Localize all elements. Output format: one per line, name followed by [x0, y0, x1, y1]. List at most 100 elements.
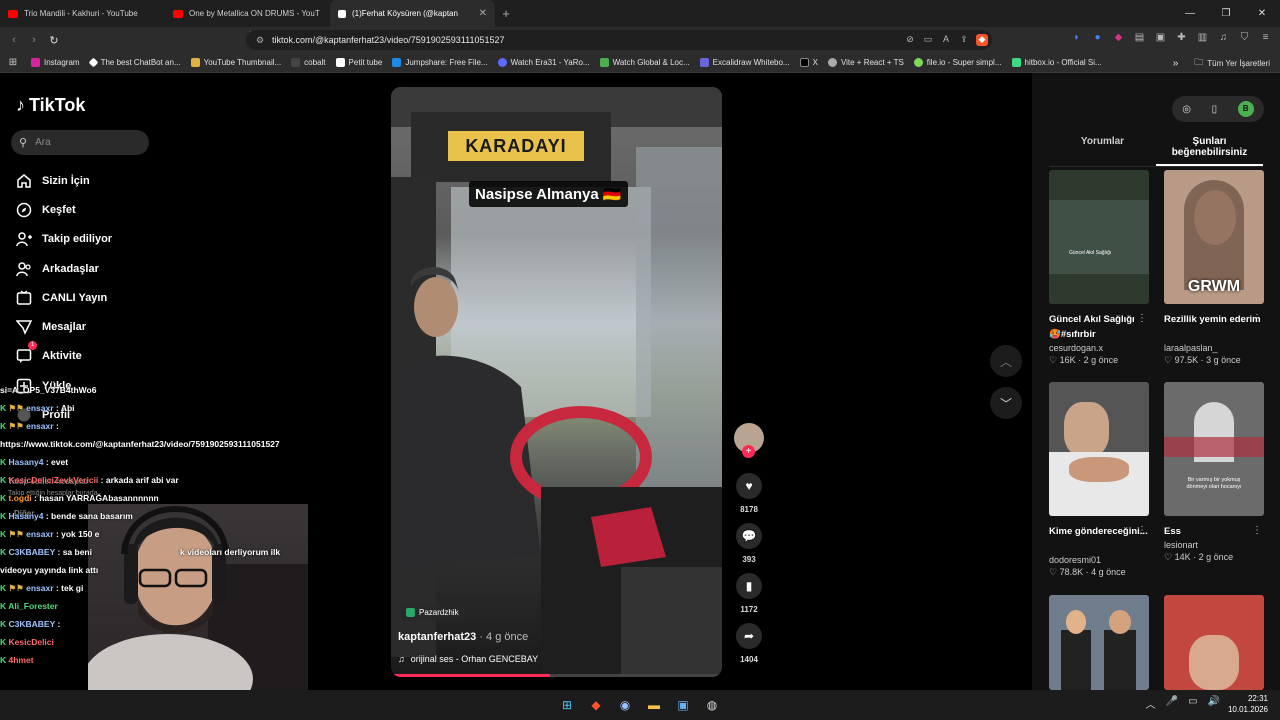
- browser-tab[interactable]: Trio Mandili - Kakhuri - YouTube: [0, 0, 165, 27]
- chat-badges-icon: ⚑⚑: [8, 583, 24, 593]
- apps-grid-icon[interactable]: ⊞: [0, 57, 26, 68]
- previous-video-button[interactable]: ︿: [990, 345, 1022, 377]
- search-input[interactable]: ⚲ Ara: [11, 130, 149, 155]
- windows-start-icon[interactable]: ⊞: [556, 695, 578, 715]
- bookmark-item[interactable]: YouTube Thumbnail...: [186, 58, 287, 67]
- sidebar-item-friends[interactable]: Arkadaşlar: [15, 254, 112, 283]
- site-info-icon[interactable]: ⚙: [256, 35, 264, 46]
- suggested-video-card[interactable]: Kime göndereceğini... ⋮ dodoresmi01 ♡ 78…: [1049, 382, 1149, 578]
- suggested-video-card[interactable]: Güncel Akıl Sağlığı Güncel Akıl Sağlığı …: [1049, 170, 1149, 366]
- tab-comments[interactable]: Yorumlar: [1049, 130, 1156, 166]
- more-options-icon[interactable]: ⋮: [1252, 313, 1262, 324]
- maximize-icon[interactable]: ❐: [1208, 8, 1244, 19]
- translate-icon[interactable]: A: [940, 34, 952, 46]
- extension-icon[interactable]: ▣: [1154, 32, 1167, 46]
- close-window-icon[interactable]: ✕: [1244, 8, 1280, 19]
- like-button[interactable]: ♥ 8178: [734, 473, 764, 514]
- browser-tab[interactable]: One by Metallica ON DRUMS - YouT: [165, 0, 330, 27]
- brave-browser-icon[interactable]: ◆: [585, 695, 607, 715]
- screen-icon[interactable]: ▭: [922, 34, 934, 46]
- music-icon[interactable]: ♫: [1217, 32, 1230, 46]
- video-meta: ♡ 16K · 2 g önce: [1049, 355, 1119, 365]
- video-progress-bar[interactable]: [391, 674, 722, 677]
- taskbar-clock[interactable]: 22:31 10.01.2026: [1228, 693, 1268, 715]
- steam-icon[interactable]: ◉: [614, 695, 636, 715]
- all-bookmarks-folder[interactable]: Tüm Yer İşaretleri: [1207, 59, 1270, 68]
- bookmark-item[interactable]: hitbox.io - Official Si...: [1007, 58, 1107, 67]
- chevron-up-icon[interactable]: ︿: [1146, 696, 1156, 711]
- tracking-icon[interactable]: ⊘: [904, 34, 916, 46]
- bookmark-item[interactable]: Watch Global & Loc...: [595, 58, 695, 67]
- comment-count: 393: [742, 555, 756, 564]
- more-options-icon[interactable]: ⋮: [1252, 525, 1262, 536]
- more-options-icon[interactable]: ⋮: [1137, 313, 1147, 324]
- sidebar-item-live[interactable]: CANLI Yayın: [15, 283, 112, 312]
- extension-icon[interactable]: ◆: [1112, 32, 1125, 46]
- minimize-icon[interactable]: —: [1172, 8, 1208, 19]
- browser-tab-active[interactable]: (1)Ferhat Köysüren (@kaptan ✕: [330, 0, 495, 27]
- bookmark-item[interactable]: Jumpshare: Free File...: [387, 58, 492, 67]
- video-user: cesurdogan.x: [1049, 343, 1104, 353]
- video-sound[interactable]: ♫ orijinal ses - Orhan GENCEBAY: [398, 654, 538, 664]
- sidebar-item-for-you[interactable]: Sizin İçin: [15, 166, 112, 195]
- bookmark-item[interactable]: The best ChatBot an...: [85, 57, 186, 68]
- share-icon[interactable]: ⇪: [958, 34, 970, 46]
- display-icon[interactable]: ▭: [1188, 696, 1197, 711]
- suggested-video-card[interactable]: Bir varmış bir yokmuş dönmeyi olan hocan…: [1164, 382, 1264, 563]
- more-bookmarks-icon[interactable]: »: [1173, 58, 1179, 69]
- extension-icon[interactable]: ▤: [1133, 32, 1146, 46]
- speaker-icon[interactable]: 🔊: [1208, 696, 1220, 711]
- more-options-icon[interactable]: ⋮: [1137, 525, 1147, 536]
- bookmark-item[interactable]: Excalidraw Whitebo...: [695, 58, 795, 67]
- next-video-button[interactable]: ﹀: [990, 387, 1022, 419]
- extension-icon[interactable]: ◗: [1070, 32, 1083, 46]
- suggested-video-card[interactable]: GRWM Rezillik yemin ederim ⋮ laraalpasla…: [1164, 170, 1264, 366]
- tab-you-may-like[interactable]: Şunları beğenebilirsiniz: [1156, 130, 1263, 166]
- bookmark-item[interactable]: X: [795, 58, 823, 67]
- bookmark-item[interactable]: Petit tube: [331, 58, 388, 67]
- compass-icon[interactable]: ◎: [1182, 104, 1191, 115]
- comment-button[interactable]: 💬 393: [734, 523, 764, 564]
- phone-icon[interactable]: ▯: [1212, 104, 1218, 115]
- reload-icon[interactable]: ↻: [44, 34, 64, 47]
- bookmark-item[interactable]: Vite + React + TS: [823, 58, 909, 67]
- follow-plus-icon[interactable]: +: [742, 445, 755, 458]
- location-tag[interactable]: Pazardzhik: [401, 605, 464, 620]
- panel-tabs: Yorumlar Şunları beğenebilirsiniz: [1049, 130, 1263, 167]
- video-user: dodoresmi01: [1049, 555, 1102, 565]
- close-tab-icon[interactable]: ✕: [479, 8, 487, 19]
- sidebar-item-messages[interactable]: Mesajlar: [15, 312, 112, 341]
- save-button[interactable]: ▮ 1172: [734, 573, 764, 614]
- sound-name: orijinal ses - Orhan GENCEBAY: [410, 654, 539, 664]
- file-explorer-icon[interactable]: ▬: [643, 695, 665, 715]
- author-avatar[interactable]: +: [734, 423, 764, 458]
- obs-icon[interactable]: ◍: [701, 695, 723, 715]
- bookmark-item[interactable]: Instagram: [26, 58, 85, 67]
- video-player[interactable]: KARADAYI Nasipse Almanya 🇩🇪 Pazardzhik k…: [391, 87, 722, 677]
- sidebar-item-following[interactable]: Takip ediliyor: [15, 225, 112, 254]
- microphone-icon[interactable]: 🎤: [1166, 696, 1178, 711]
- bookmark-item[interactable]: cobalt: [286, 58, 330, 67]
- suggested-video-card[interactable]: [1049, 595, 1149, 690]
- forward-icon[interactable]: ›: [24, 34, 44, 46]
- extension-icon[interactable]: ●: [1091, 32, 1104, 46]
- suggested-video-card[interactable]: [1164, 595, 1264, 690]
- sidebar-item-explore[interactable]: Keşfet: [15, 195, 112, 224]
- back-icon[interactable]: ‹: [4, 34, 24, 46]
- shield-icon[interactable]: ⛉: [1238, 32, 1251, 46]
- photos-icon[interactable]: ▣: [672, 695, 694, 715]
- bookmark-item[interactable]: Watch Era31 - YaRo...: [493, 58, 595, 67]
- sidebar-toggle-icon[interactable]: ▥: [1196, 32, 1209, 46]
- menu-icon[interactable]: ≡: [1259, 32, 1272, 46]
- new-tab-button[interactable]: +: [495, 6, 517, 21]
- bookmark-item[interactable]: file.io - Super simpl...: [909, 58, 1007, 67]
- user-avatar[interactable]: B: [1237, 101, 1254, 117]
- url-bar[interactable]: ⚙ tiktok.com/@kaptanferhat23/video/75919…: [246, 30, 992, 50]
- video-author[interactable]: kaptanferhat23: [398, 631, 476, 643]
- video-age: 2 g önce: [1083, 355, 1119, 365]
- brave-shield-icon[interactable]: ◆: [976, 34, 988, 46]
- bookmarks-bar: ⊞ Instagram The best ChatBot an... YouTu…: [0, 53, 1280, 73]
- share-button[interactable]: ➦ 1404: [734, 623, 764, 664]
- tiktok-logo[interactable]: ♪ TikTok: [16, 95, 85, 116]
- puzzle-icon[interactable]: ✚: [1175, 32, 1188, 46]
